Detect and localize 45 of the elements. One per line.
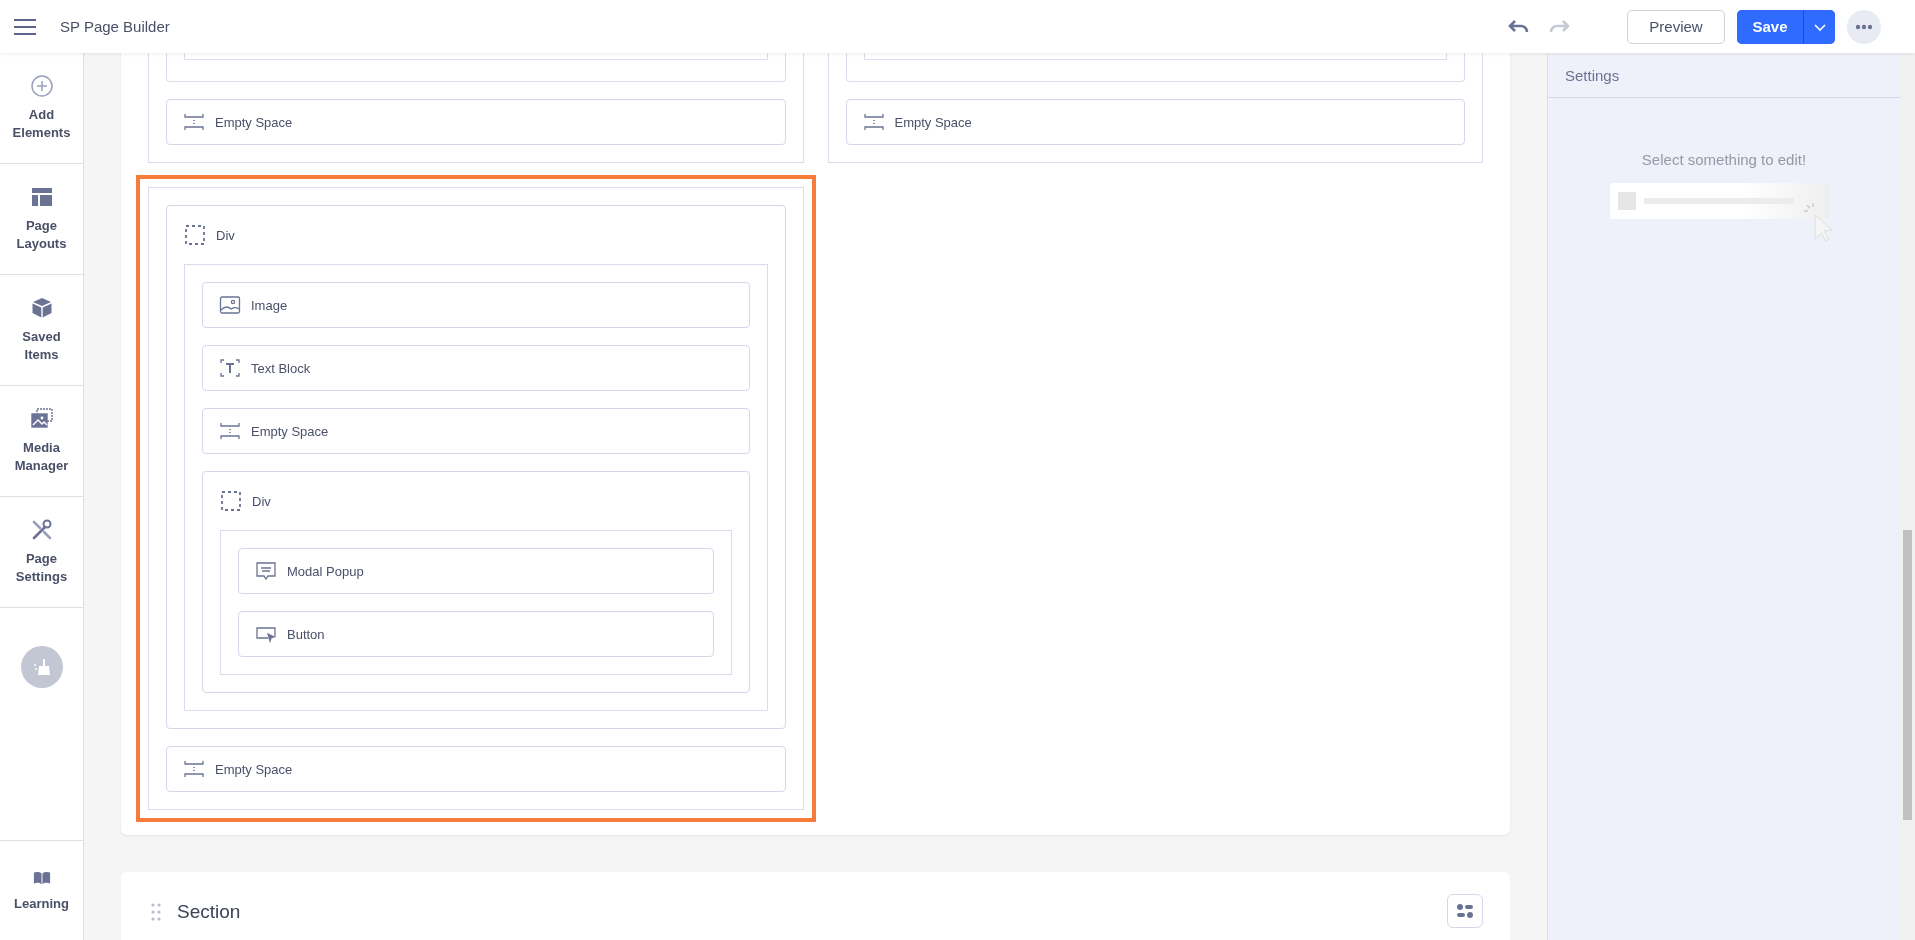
section-title: Section [177, 901, 241, 923]
element-item[interactable]: Text Block [202, 345, 750, 391]
app-title: SP Page Builder [60, 18, 170, 35]
toggles-icon [1456, 903, 1474, 919]
element-item[interactable]: Image [202, 282, 750, 328]
element-label: Button [287, 626, 325, 642]
element-item[interactable]: Empty Space [166, 99, 786, 145]
spacing-icon [862, 111, 885, 133]
element-label: Modal Popup [287, 563, 364, 579]
plus-circle-icon [29, 74, 54, 99]
dashed-square-icon [220, 490, 242, 512]
element-label: Empty Space [215, 761, 293, 777]
spacing-icon [219, 420, 241, 442]
more-dots-icon [1855, 23, 1873, 30]
element-label: Div [216, 227, 235, 243]
image-icon [219, 294, 241, 316]
scrollbar[interactable] [1900, 53, 1915, 940]
dashed-square-icon [184, 224, 206, 246]
broom-icon [31, 657, 52, 677]
element-label: Image [251, 297, 288, 313]
section-settings-button[interactable] [1447, 894, 1483, 928]
div-container[interactable]: Div Modal Popup Button [202, 471, 750, 693]
element-label: Div [252, 493, 271, 509]
element-item[interactable]: Button [238, 611, 714, 657]
chevron-down-icon [1812, 21, 1827, 32]
spacing-icon [183, 111, 205, 133]
element-item[interactable]: Empty Space [166, 746, 786, 792]
menu-icon[interactable] [14, 18, 36, 35]
empty-message: Select something to edit! [1640, 151, 1808, 168]
element-item[interactable]: Modal Popup [238, 548, 714, 594]
div-container[interactable]: Div Image Text Block Empty Space Div Modal Popup Button [166, 205, 786, 729]
spacing-icon [183, 758, 205, 780]
element-label: Text Block [251, 360, 311, 376]
element-item[interactable]: Empty Space [202, 408, 750, 454]
more-button[interactable] [1847, 9, 1881, 44]
element-label: Empty Space [894, 114, 972, 130]
element-item[interactable]: Empty Space [845, 99, 1465, 145]
drag-handle-icon[interactable] [151, 903, 161, 921]
column[interactable]: Div Image Text Block Empty Space Div Modal Popup Button Empty Space [136, 175, 816, 822]
save-dropdown-button[interactable] [1803, 9, 1835, 44]
element-label: Empty Space [251, 423, 329, 439]
preview-button[interactable]: Preview [1627, 9, 1725, 44]
element-label: Empty Space [215, 114, 293, 130]
chat-icon [255, 560, 277, 582]
text-icon [219, 357, 241, 379]
